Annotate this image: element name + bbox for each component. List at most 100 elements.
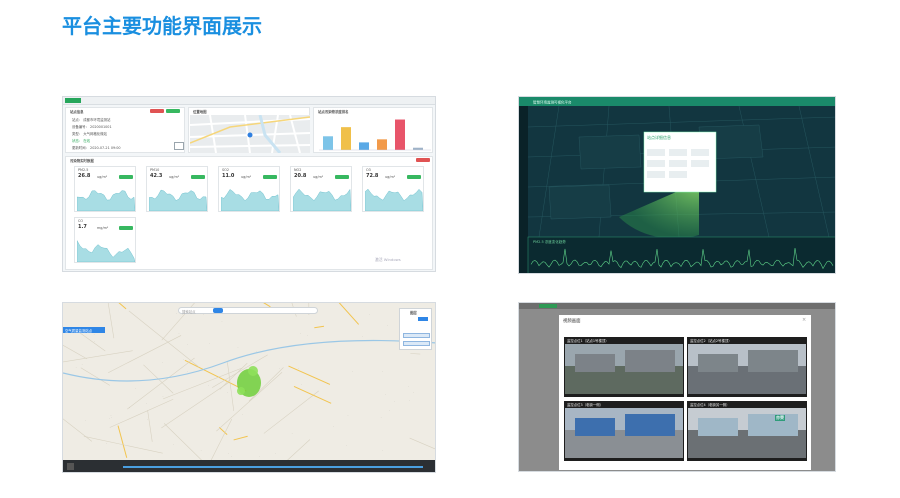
camera-title: 监控点位4（临街另一侧） bbox=[690, 403, 730, 407]
dashboard-screenshot: 站点信息 站点： 成都市环境监测站 设备编号： 2020001001 类型： 大… bbox=[62, 96, 436, 272]
gauge-trend bbox=[221, 189, 279, 211]
gauge-value: 11.0 bbox=[222, 173, 235, 179]
svg-text:·: · bbox=[221, 319, 222, 323]
gauge-card[interactable]: PM2.5 26.8 ug/m³ bbox=[74, 166, 136, 212]
shop-sign: 亦荣 bbox=[775, 415, 785, 421]
side-label: 空气质量监测站点 bbox=[65, 329, 93, 333]
svg-text:·: · bbox=[413, 390, 414, 394]
svg-text:·: · bbox=[187, 370, 188, 374]
layer-option-1[interactable] bbox=[403, 333, 430, 338]
gauge-trend bbox=[77, 240, 135, 262]
gauge-unit: ug/m³ bbox=[385, 175, 396, 179]
gauge-card[interactable]: NO2 20.8 ug/m³ bbox=[290, 166, 352, 212]
gauge-name: SO2 bbox=[222, 168, 229, 172]
camera-feed[interactable]: 监控点位3（临街一侧） bbox=[564, 401, 684, 461]
svg-text:·: · bbox=[346, 443, 347, 447]
pollutant-bar bbox=[377, 139, 387, 150]
status-badge bbox=[407, 175, 421, 179]
3d-city-screenshot: 站点详细信息 PM2.5 浓度变化趋势 智慧环境监测可视化平台 bbox=[518, 96, 836, 274]
gauge-name: CO bbox=[78, 219, 84, 223]
svg-text:·: · bbox=[94, 339, 95, 343]
svg-text:·: · bbox=[147, 418, 148, 422]
svg-text:·: · bbox=[208, 383, 209, 387]
gauge-trend bbox=[149, 189, 207, 211]
info-line-5: 更新时间： 2020-07-21 09:00 bbox=[72, 146, 121, 150]
gauge-trend bbox=[77, 190, 135, 211]
timeline-bar[interactable] bbox=[63, 460, 435, 472]
svg-text:·: · bbox=[129, 405, 130, 409]
svg-text:·: · bbox=[227, 390, 228, 394]
status-badge bbox=[119, 175, 133, 179]
popup-title: 站点详细信息 bbox=[647, 134, 671, 140]
camera-frame bbox=[565, 344, 683, 394]
gis-map-screenshot: · · · · · · · · · · · · · · · · · · · · · · · · · · · · · · · · · · · · · · · ·… bbox=[62, 302, 436, 473]
svg-text:·: · bbox=[381, 415, 382, 419]
svg-text:·: · bbox=[238, 345, 239, 349]
svg-text:·: · bbox=[327, 381, 328, 385]
tab-aqi-active[interactable] bbox=[213, 308, 223, 313]
pollutant-bar-chart bbox=[319, 119, 431, 151]
close-icon[interactable]: × bbox=[802, 317, 806, 323]
search-input[interactable]: 搜索站点 bbox=[182, 309, 196, 314]
svg-text:·: · bbox=[409, 398, 410, 402]
svg-text:·: · bbox=[382, 370, 383, 374]
camera-title: 监控点位3（临街一侧） bbox=[567, 403, 604, 407]
info-line-4: 状态： 在线 bbox=[72, 139, 91, 143]
alarm-button[interactable] bbox=[150, 109, 164, 113]
svg-text:·: · bbox=[389, 408, 390, 412]
bar-card-title: 站点污染物浓度排名 bbox=[318, 110, 349, 114]
video-screenshot: 视频画面 × 监控点位1（站点1号楼顶） 监控点位2（站点2号楼顶） 监控点位3（临… bbox=[518, 302, 836, 472]
realtime-section: 污染物实时数据 PM2.5 26.8 ug/m³ PM10 42.3 ug/m³ SO2 11… bbox=[65, 156, 433, 270]
svg-text:·: · bbox=[347, 413, 348, 417]
svg-text:·: · bbox=[275, 451, 276, 455]
svg-text:·: · bbox=[162, 395, 163, 399]
gauge-card[interactable]: PM10 42.3 ug/m³ bbox=[146, 166, 208, 212]
layer-option-2[interactable] bbox=[403, 341, 430, 346]
camera-feed[interactable]: 监控点位4（临街另一侧） 亦荣 bbox=[687, 401, 807, 461]
windows-watermark: 激活 Windows bbox=[375, 257, 401, 262]
location-pin-icon bbox=[247, 132, 253, 138]
timeline-track[interactable] bbox=[123, 466, 423, 468]
camera-feed[interactable]: 监控点位1（站点1号楼顶） bbox=[564, 337, 684, 397]
svg-text:·: · bbox=[352, 369, 353, 373]
detail-button[interactable] bbox=[166, 109, 180, 113]
bg-tab bbox=[539, 304, 557, 308]
svg-text:·: · bbox=[201, 448, 202, 452]
left-toolbar bbox=[519, 106, 528, 273]
svg-text:·: · bbox=[85, 418, 86, 422]
svg-text:·: · bbox=[173, 442, 174, 446]
gauge-card[interactable]: SO2 11.0 ug/m³ bbox=[218, 166, 280, 212]
location-map[interactable] bbox=[190, 115, 310, 153]
gauge-value: 26.8 bbox=[78, 173, 91, 179]
layer-toggle[interactable] bbox=[418, 317, 428, 321]
gauge-name: PM10 bbox=[150, 168, 160, 172]
info-line-2: 设备编号： 2020001001 bbox=[72, 125, 112, 129]
gauge-value: 42.3 bbox=[150, 173, 163, 179]
svg-text:·: · bbox=[292, 431, 293, 435]
gauge-name: O3 bbox=[366, 168, 371, 172]
svg-text:·: · bbox=[146, 401, 147, 405]
gauge-trend bbox=[293, 188, 351, 211]
status-badge bbox=[263, 175, 277, 179]
camera-title: 监控点位2（站点2号楼顶） bbox=[690, 339, 732, 343]
dialog-title: 视频画面 bbox=[563, 319, 581, 324]
camera-feed[interactable]: 监控点位2（站点2号楼顶） bbox=[687, 337, 807, 397]
svg-text:·: · bbox=[369, 312, 370, 316]
gauge-value: 1.7 bbox=[78, 224, 87, 230]
gauge-card[interactable]: O3 72.8 ug/m³ bbox=[362, 166, 424, 212]
gauge-unit: mg/m³ bbox=[97, 226, 109, 230]
svg-text:·: · bbox=[183, 358, 184, 362]
pollutant-bar bbox=[323, 136, 333, 150]
layer-panel: 图层 bbox=[399, 308, 432, 350]
side-label-box: 空气质量监测站点 bbox=[63, 327, 105, 333]
gis-map[interactable]: · · · · · · · · · · · · · · · · · · · · · · · · · · · · · · · · · · · · · · · ·… bbox=[63, 303, 436, 473]
play-icon[interactable] bbox=[67, 463, 74, 470]
status-badge bbox=[119, 226, 133, 230]
camera-title: 监控点位1（站点1号楼顶） bbox=[567, 339, 609, 343]
pollutant-bar-card: 站点污染物浓度排名 bbox=[313, 107, 433, 153]
3d-city-view[interactable]: 站点详细信息 PM2.5 浓度变化趋势 智慧环境监测可视化平台 bbox=[519, 97, 836, 274]
gauge-card[interactable]: CO 1.7 mg/m³ bbox=[74, 217, 136, 263]
gauge-trend bbox=[365, 188, 423, 211]
pollutant-bar bbox=[395, 119, 405, 150]
export-button[interactable] bbox=[416, 158, 430, 162]
